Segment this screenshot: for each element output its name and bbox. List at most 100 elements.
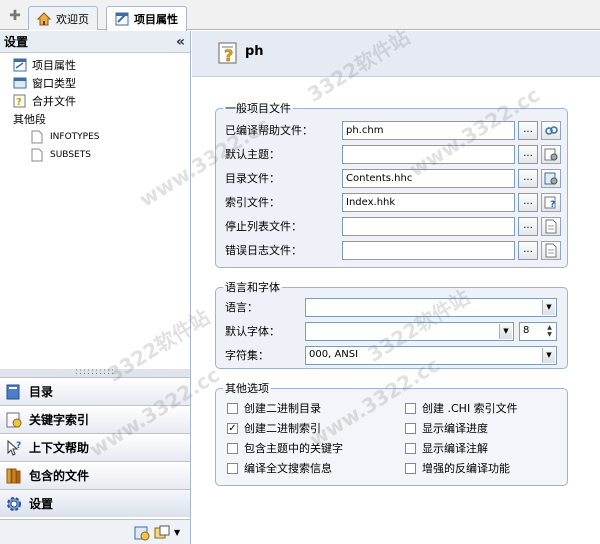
- other-options-list: 创建二进制目录 创建 .CHI 索引文件 ✓ 创建二进制索引 显示编译进度 包含…: [215, 380, 568, 486]
- checkbox[interactable]: [227, 442, 238, 454]
- option-binary-index[interactable]: ✓ 创建二进制索引: [227, 420, 321, 436]
- checkbox[interactable]: [405, 462, 416, 474]
- browse-button[interactable]: ...: [518, 240, 538, 260]
- edit-index-icon[interactable]: ?: [541, 192, 561, 212]
- checkbox[interactable]: [405, 422, 416, 434]
- svg-text:?: ?: [16, 97, 22, 108]
- project-title: ph: [245, 44, 264, 59]
- browse-button[interactable]: ...: [518, 168, 538, 188]
- tab-project-properties-label: 项目属性: [134, 13, 178, 26]
- layout-icon[interactable]: [154, 525, 170, 541]
- tree-item-subsets[interactable]: SUBSETS: [0, 146, 190, 164]
- checkbox[interactable]: [405, 402, 416, 414]
- checkbox-checked[interactable]: ✓: [227, 422, 238, 434]
- language-font-rows: 语言： ▼ 默认字体： ▼ 8 ▲ ▼ 字符集： 000, ANSI ▼: [215, 279, 568, 369]
- option-show-notes[interactable]: 显示编译注解: [405, 440, 488, 456]
- checkbox[interactable]: [227, 402, 238, 414]
- chevron-down-icon[interactable]: ▼: [499, 323, 512, 339]
- stepper-arrows-icon[interactable]: ▲ ▼: [544, 324, 555, 339]
- font-size-stepper[interactable]: 8 ▲ ▼: [519, 321, 557, 341]
- chevron-down-icon[interactable]: ▼: [542, 347, 555, 363]
- edit-topic-icon[interactable]: [541, 144, 561, 164]
- default-font-select[interactable]: ▼: [305, 321, 514, 341]
- tree-item-label: SUBSETS: [50, 150, 91, 160]
- settings-pane: 设置 « 项目属性 窗口类型 ? 合并文件 其他段 INFOTYPES SUBS…: [0, 31, 191, 544]
- index-file-input[interactable]: [342, 192, 515, 212]
- tree-item-other-sections[interactable]: 其他段: [0, 110, 190, 128]
- language-select[interactable]: ▼: [305, 297, 557, 317]
- navigation-bar: 目录 关键字索引 ? 上下文帮助 包含的文件 设置: [0, 377, 190, 517]
- field-compiled-file: 已编译帮助文件： ...: [225, 120, 561, 140]
- document-icon: [31, 148, 45, 162]
- compiled-file-input[interactable]: [342, 120, 515, 140]
- compile-link-icon[interactable]: [541, 120, 561, 140]
- font-size-value: 8: [523, 324, 530, 336]
- option-fulltext-search[interactable]: 编译全文搜索信息: [227, 460, 332, 476]
- option-binary-toc[interactable]: 创建二进制目录: [227, 400, 321, 416]
- nav-item-settings[interactable]: 设置: [0, 489, 190, 517]
- option-show-progress[interactable]: 显示编译进度: [405, 420, 488, 436]
- nav-item-label: 上下文帮助: [29, 441, 90, 455]
- new-tab-icon[interactable]: ✚: [8, 9, 22, 23]
- properties-header: ? ph: [192, 31, 600, 77]
- option-label: 包含主题中的关键字: [244, 442, 343, 455]
- tree-item-merge-files[interactable]: ? 合并文件: [0, 92, 190, 110]
- field-label: 语言：: [225, 301, 258, 314]
- option-label: 创建二进制索引: [244, 422, 321, 435]
- field-label: 默认字体：: [225, 325, 280, 338]
- edit-error-log-icon[interactable]: [541, 240, 561, 260]
- tree-item-project-properties[interactable]: 项目属性: [0, 56, 190, 74]
- field-label: 字符集：: [225, 349, 269, 362]
- collapse-pane-button[interactable]: «: [176, 34, 185, 50]
- field-label: 默认主题：: [225, 148, 280, 161]
- tree-item-infotypes[interactable]: INFOTYPES: [0, 128, 190, 146]
- contents-file-input[interactable]: [342, 168, 515, 188]
- option-enhanced-decompile[interactable]: 增强的反编译功能: [405, 460, 510, 476]
- option-include-keywords[interactable]: 包含主题中的关键字: [227, 440, 343, 456]
- stoplist-file-input[interactable]: [342, 216, 515, 236]
- tree-item-label: 窗口类型: [32, 77, 76, 90]
- options-icon[interactable]: [134, 525, 150, 541]
- field-error-log-file: 错误日志文件： ...: [225, 240, 561, 260]
- checkbox[interactable]: [227, 462, 238, 474]
- default-topic-input[interactable]: [342, 144, 515, 164]
- merge-help-icon: ?: [13, 94, 27, 108]
- nav-item-contents[interactable]: 目录: [0, 377, 190, 405]
- edit-contents-icon[interactable]: [541, 168, 561, 188]
- nav-item-context-help[interactable]: ? 上下文帮助: [0, 433, 190, 461]
- svg-text:?: ?: [550, 200, 555, 210]
- field-index-file: 索引文件： ... ?: [225, 192, 561, 212]
- field-default-font: 默认字体： ▼ 8 ▲ ▼: [225, 321, 557, 341]
- tree-item-window-types[interactable]: 窗口类型: [0, 74, 190, 92]
- field-contents-file: 目录文件： ...: [225, 168, 561, 188]
- nav-item-included-files[interactable]: 包含的文件: [0, 461, 190, 489]
- window-icon: [13, 76, 27, 90]
- home-icon: [36, 11, 52, 26]
- option-label: 增强的反编译功能: [422, 462, 510, 475]
- context-help-icon: ?: [5, 439, 23, 457]
- field-label: 停止列表文件：: [225, 220, 302, 233]
- error-log-file-input[interactable]: [342, 240, 515, 260]
- browse-button[interactable]: ...: [518, 144, 538, 164]
- edit-stoplist-icon[interactable]: [541, 216, 561, 236]
- nav-item-label: 包含的文件: [29, 469, 90, 483]
- field-label: 已编译帮助文件：: [225, 124, 313, 137]
- pane-splitter[interactable]: ::::::::::: [0, 368, 190, 377]
- settings-pane-header: 设置 «: [0, 31, 190, 53]
- option-chi-index[interactable]: 创建 .CHI 索引文件: [405, 400, 518, 416]
- field-default-topic: 默认主题： ...: [225, 144, 561, 164]
- browse-button[interactable]: ...: [518, 120, 538, 140]
- browse-button[interactable]: ...: [518, 216, 538, 236]
- chevron-down-icon[interactable]: ▼: [542, 299, 555, 315]
- option-label: 创建二进制目录: [244, 402, 321, 415]
- chevron-down-icon[interactable]: ▼: [174, 525, 190, 541]
- browse-button[interactable]: ...: [518, 192, 538, 212]
- tab-welcome[interactable]: 欢迎页: [28, 6, 98, 30]
- checkbox[interactable]: [405, 442, 416, 454]
- charset-select[interactable]: 000, ANSI ▼: [305, 345, 557, 365]
- help-project-icon: ?: [216, 40, 242, 66]
- option-label: 创建 .CHI 索引文件: [422, 402, 518, 415]
- tab-project-properties[interactable]: 项目属性: [106, 6, 187, 31]
- settings-pane-title: 设置: [4, 35, 29, 49]
- nav-item-keyword-index[interactable]: 关键字索引: [0, 405, 190, 433]
